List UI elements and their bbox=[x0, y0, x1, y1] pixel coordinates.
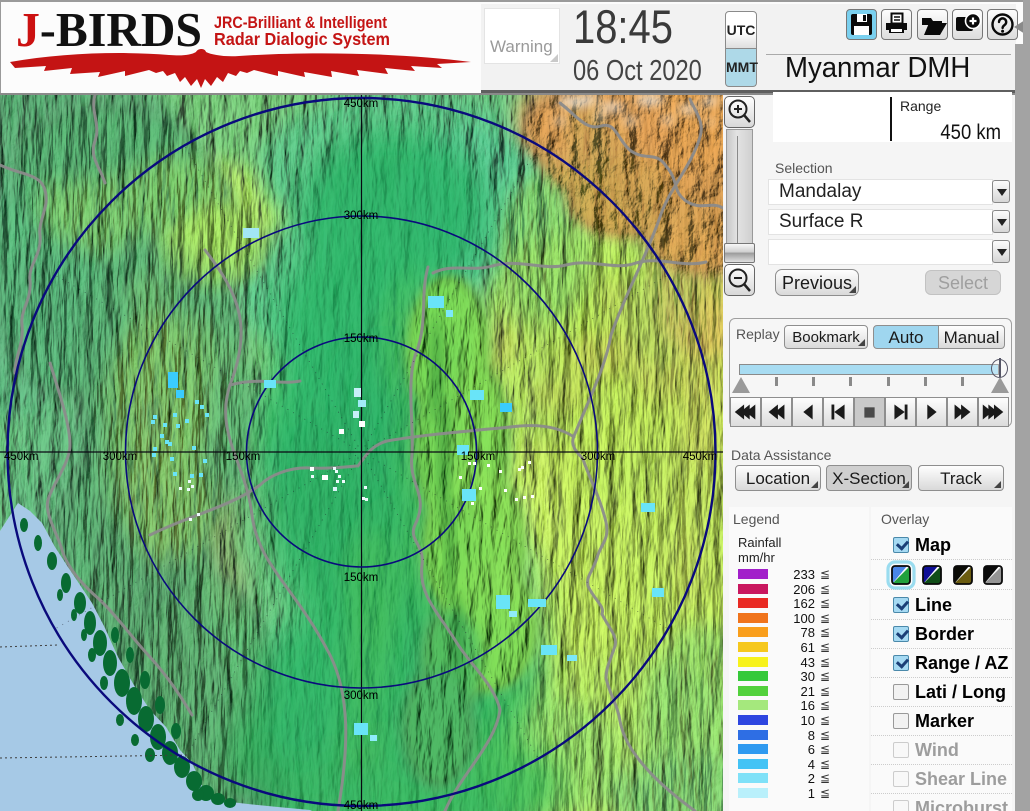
svg-text:450km: 450km bbox=[4, 451, 39, 463]
svg-text:300km: 300km bbox=[344, 210, 379, 222]
svg-text:150km: 150km bbox=[226, 451, 261, 463]
svg-text:150km: 150km bbox=[344, 572, 379, 584]
svg-text:300km: 300km bbox=[344, 690, 379, 702]
svg-text:450km: 450km bbox=[683, 451, 718, 463]
svg-text:Radar Dialogic System: Radar Dialogic System bbox=[214, 29, 390, 49]
svg-text:J-BIRDS: J-BIRDS bbox=[16, 2, 202, 57]
svg-text:150km: 150km bbox=[461, 451, 496, 463]
svg-text:300km: 300km bbox=[581, 451, 616, 463]
svg-text:450km: 450km bbox=[344, 98, 379, 110]
svg-text:450km: 450km bbox=[344, 800, 379, 811]
svg-text:150km: 150km bbox=[344, 333, 379, 345]
svg-text:300km: 300km bbox=[103, 451, 138, 463]
